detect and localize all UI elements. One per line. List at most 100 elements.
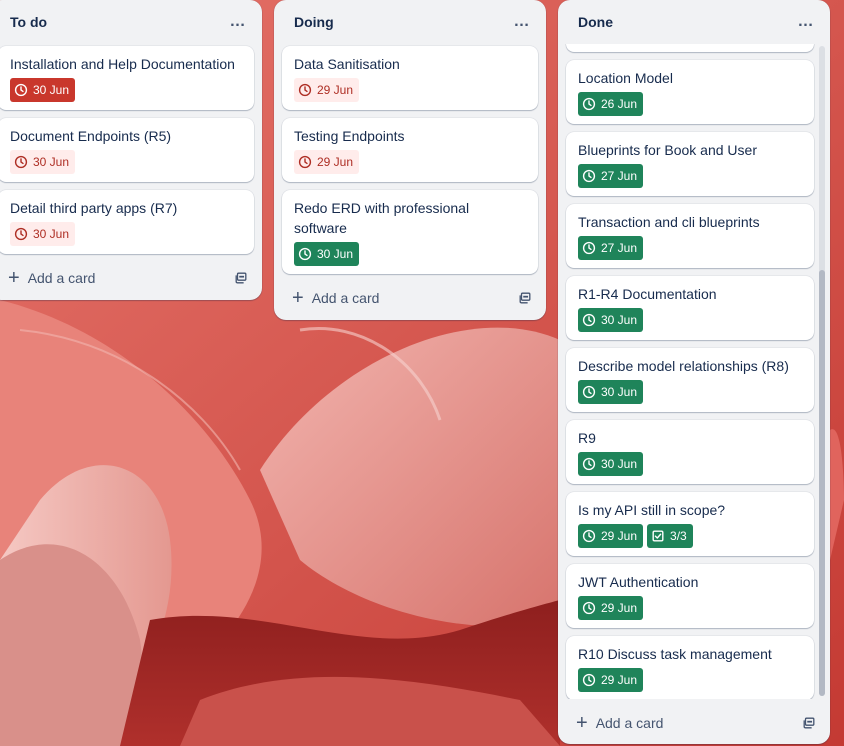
due-date-text: 30 Jun	[33, 155, 70, 169]
clock-icon	[14, 227, 28, 241]
clock-icon	[582, 673, 596, 687]
card[interactable]: Data Sanitisation 29 Jun	[282, 46, 538, 110]
card-title: Blueprints for Book and User	[578, 142, 757, 158]
card[interactable]: Installation and Help Documentation 30 J…	[0, 46, 254, 110]
card-title: Installation and Help Documentation	[10, 56, 235, 72]
card[interactable]: Detail third party apps (R7) 30 Jun	[0, 190, 254, 254]
list-scrollbar[interactable]	[819, 46, 825, 696]
card-partial[interactable]	[566, 44, 814, 52]
due-date-badge[interactable]: 29 Jun	[578, 524, 644, 548]
due-date-badge[interactable]: 27 Jun	[578, 236, 644, 260]
due-date-badge[interactable]: 27 Jun	[578, 164, 644, 188]
clock-icon	[582, 601, 596, 615]
card-title: Data Sanitisation	[294, 56, 400, 72]
add-card-row: + Add a card	[0, 260, 262, 296]
card[interactable]: Is my API still in scope? 29 Jun 3/3	[566, 492, 814, 556]
due-date-text: 29 Jun	[601, 529, 638, 543]
due-date-badge[interactable]: 30 Jun	[294, 242, 360, 266]
add-card-row: + Add a card	[558, 705, 830, 741]
card-title: Testing Endpoints	[294, 128, 405, 144]
add-card-button[interactable]: + Add a card	[576, 713, 663, 733]
due-date-badge[interactable]: 30 Jun	[578, 308, 644, 332]
card[interactable]: Testing Endpoints 29 Jun	[282, 118, 538, 182]
add-card-label: Add a card	[595, 715, 664, 731]
checklist-badge[interactable]: 3/3	[647, 524, 693, 548]
checklist-icon	[652, 530, 664, 542]
clock-icon	[582, 529, 596, 543]
card[interactable]: Describe model relationships (R8) 30 Jun	[566, 348, 814, 412]
card[interactable]: Transaction and cli blueprints 27 Jun	[566, 204, 814, 268]
due-date-text: 29 Jun	[317, 83, 354, 97]
more-options-icon[interactable]: …	[792, 8, 820, 36]
clock-icon	[582, 241, 596, 255]
list-title[interactable]: Done	[578, 14, 613, 30]
due-date-badge[interactable]: 29 Jun	[578, 668, 644, 692]
due-date-text: 26 Jun	[601, 97, 638, 111]
add-card-row: + Add a card	[274, 280, 546, 316]
card[interactable]: Redo ERD with professional software 30 J…	[282, 190, 538, 274]
due-date-badge[interactable]: 29 Jun	[294, 78, 360, 102]
card-template-icon[interactable]	[802, 716, 816, 730]
card-title: Location Model	[578, 70, 673, 86]
list-header: To do …	[0, 0, 262, 44]
list-to-do: To do … Installation and Help Documentat…	[0, 0, 262, 300]
due-date-badge[interactable]: 30 Jun	[578, 452, 644, 476]
card-template-icon[interactable]	[518, 291, 532, 305]
card-template-icon[interactable]	[234, 271, 248, 285]
list-done: Done … Location Model 26 Jun Blueprints …	[558, 0, 830, 744]
plus-icon: +	[576, 712, 588, 734]
card[interactable]: Location Model 26 Jun	[566, 60, 814, 124]
due-date-badge[interactable]: 30 Jun	[10, 222, 76, 246]
clock-icon	[298, 155, 312, 169]
add-card-label: Add a card	[311, 290, 380, 306]
card-title: Detail third party apps (R7)	[10, 200, 178, 216]
card[interactable]: R10 Discuss task management 29 Jun	[566, 636, 814, 699]
clock-icon	[14, 155, 28, 169]
due-date-text: 30 Jun	[317, 247, 354, 261]
card[interactable]: Document Endpoints (R5) 30 Jun	[0, 118, 254, 182]
add-card-label: Add a card	[27, 270, 96, 286]
due-date-badge[interactable]: 26 Jun	[578, 92, 644, 116]
due-date-text: 30 Jun	[601, 457, 638, 471]
clock-icon	[582, 385, 596, 399]
plus-icon: +	[292, 287, 304, 309]
card[interactable]: R9 30 Jun	[566, 420, 814, 484]
due-date-badge[interactable]: 30 Jun	[10, 150, 76, 174]
list-title[interactable]: Doing	[294, 14, 334, 30]
due-date-text: 30 Jun	[601, 385, 638, 399]
more-options-icon[interactable]: …	[508, 8, 536, 36]
card-title: R9	[578, 430, 596, 446]
clock-icon	[298, 247, 312, 261]
add-card-button[interactable]: + Add a card	[292, 288, 379, 308]
clock-icon	[582, 169, 596, 183]
card[interactable]: R1-R4 Documentation 30 Jun	[566, 276, 814, 340]
due-date-text: 27 Jun	[601, 241, 638, 255]
clock-icon	[582, 457, 596, 471]
clock-icon	[582, 97, 596, 111]
checklist-count: 3/3	[670, 529, 687, 543]
card[interactable]: Blueprints for Book and User 27 Jun	[566, 132, 814, 196]
more-options-icon[interactable]: …	[224, 8, 252, 36]
list-header: Doing …	[274, 0, 546, 44]
card-title: Document Endpoints (R5)	[10, 128, 172, 144]
clock-icon	[14, 83, 28, 97]
card-title: R1-R4 Documentation	[578, 286, 717, 302]
due-date-badge[interactable]: 30 Jun	[10, 78, 76, 102]
card-title: Transaction and cli blueprints	[578, 214, 760, 230]
scroll-thumb[interactable]	[819, 270, 825, 696]
due-date-text: 29 Jun	[601, 673, 638, 687]
card-title: Is my API still in scope?	[578, 502, 726, 518]
clock-icon	[582, 313, 596, 327]
card-title: JWT Authentication	[578, 574, 699, 590]
due-date-text: 30 Jun	[33, 227, 70, 241]
list-title[interactable]: To do	[10, 14, 47, 30]
list-doing: Doing … Data Sanitisation 29 Jun Testing…	[274, 0, 546, 320]
due-date-text: 29 Jun	[317, 155, 354, 169]
card[interactable]: JWT Authentication 29 Jun	[566, 564, 814, 628]
due-date-badge[interactable]: 30 Jun	[578, 380, 644, 404]
due-date-badge[interactable]: 29 Jun	[294, 150, 360, 174]
due-date-text: 30 Jun	[601, 313, 638, 327]
add-card-button[interactable]: + Add a card	[8, 268, 95, 288]
card-title: Describe model relationships (R8)	[578, 358, 789, 374]
due-date-badge[interactable]: 29 Jun	[578, 596, 644, 620]
